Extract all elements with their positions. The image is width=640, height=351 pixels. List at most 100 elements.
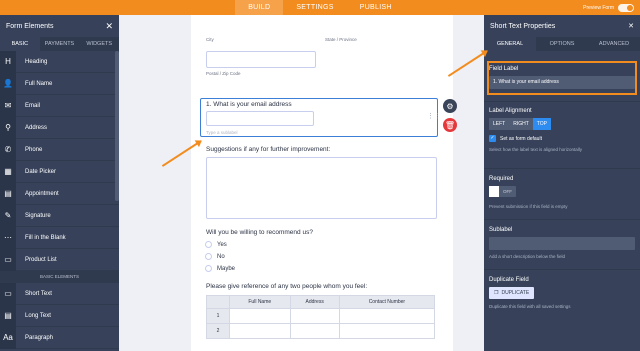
field-label-input[interactable]: 1. What is your email address xyxy=(489,76,635,89)
table-cell[interactable] xyxy=(229,323,291,339)
table-header-row: Full Name Address Contact Number xyxy=(206,295,436,309)
table-cell[interactable] xyxy=(338,308,436,324)
element-signature[interactable]: ✎ Signature xyxy=(0,204,119,227)
duplicate-button[interactable]: ❐ DUPLICATE xyxy=(489,287,535,299)
element-label: Signature xyxy=(25,212,51,219)
element-appointment[interactable]: ▤ Appointment xyxy=(0,182,119,205)
element-phone[interactable]: ✆ Phone xyxy=(0,138,119,161)
duplicate-title: Duplicate Field xyxy=(489,277,529,283)
tab-basic[interactable]: BASIC xyxy=(0,37,40,51)
preview-form-toggle[interactable] xyxy=(618,3,634,12)
heading-icon: H xyxy=(0,50,16,73)
trash-icon[interactable]: 🗑 xyxy=(443,118,457,132)
table-cell[interactable] xyxy=(289,308,340,324)
q3-label: Will you be willing to recommend us? xyxy=(206,229,313,236)
gear-icon[interactable]: ⚙ xyxy=(443,99,457,113)
element-fill-in-the-blank[interactable]: ⋯ Fill in the Blank xyxy=(0,226,119,249)
state-sublabel: State / Province xyxy=(325,37,357,42)
properties-tabs: GENERAL OPTIONS ADVANCED xyxy=(484,37,640,51)
form-elements-title: Form Elements xyxy=(6,22,54,30)
properties-title: Short Text Properties xyxy=(490,22,556,30)
drag-handle-icon[interactable]: ⋮⋮ xyxy=(427,112,441,120)
set-default-label: Set as form default xyxy=(500,135,542,142)
divider xyxy=(484,101,640,102)
short-text-icon: ▭ xyxy=(0,282,16,305)
divider xyxy=(484,168,640,169)
radio-yes[interactable]: Yes xyxy=(205,241,227,248)
form-elements-tabs: BASIC PAYMENTS WIDGETS xyxy=(0,37,119,51)
radio-circle[interactable] xyxy=(205,241,212,248)
divider xyxy=(484,269,640,270)
form-elements-header: Form Elements ✕ xyxy=(0,15,119,37)
table-row: 2 xyxy=(206,323,436,339)
element-email[interactable]: ✉ Email xyxy=(0,94,119,117)
element-short-text[interactable]: ▭ Short Text xyxy=(0,282,119,305)
tab-options[interactable]: OPTIONS xyxy=(536,37,588,51)
tab-payments[interactable]: PAYMENTS xyxy=(40,37,80,51)
duplicate-help: Duplicate this field with all saved sett… xyxy=(489,304,571,309)
fill-blank-icon: ⋯ xyxy=(0,226,16,249)
label-alignment-section: Label Alignment LEFT RIGHT TOP ✓ Set as … xyxy=(489,108,635,152)
align-right-option[interactable]: RIGHT xyxy=(509,118,533,130)
long-text-icon: ▤ xyxy=(0,304,16,327)
q1-label[interactable]: 1. What is your email address xyxy=(206,101,292,108)
email-address-input[interactable] xyxy=(206,111,314,126)
close-icon[interactable]: ✕ xyxy=(105,21,113,32)
element-paragraph[interactable]: Aa Paragraph xyxy=(0,326,119,349)
table-row-number: 1 xyxy=(206,308,230,324)
q1-sublabel[interactable]: Type a sublabel xyxy=(206,130,238,135)
table-row: 1 xyxy=(206,308,436,324)
element-product-list[interactable]: ▭ Product List xyxy=(0,248,119,271)
set-default-checkbox[interactable]: ✓ xyxy=(489,135,496,142)
required-toggle[interactable]: OFF xyxy=(489,186,516,197)
element-label: Paragraph xyxy=(25,334,54,341)
radio-label: No xyxy=(217,253,225,260)
align-top-option[interactable]: TOP xyxy=(532,118,551,130)
postal-code-input[interactable] xyxy=(206,51,316,68)
tab-advanced[interactable]: ADVANCED xyxy=(588,37,640,51)
element-label: Email xyxy=(25,102,41,109)
tab-settings[interactable]: SETTINGS xyxy=(283,0,346,15)
element-long-text[interactable]: ▤ Long Text xyxy=(0,304,119,327)
field-label-section: Field Label 1. What is your email addres… xyxy=(489,66,635,89)
element-address[interactable]: ⚲ Address xyxy=(0,116,119,139)
table-cell[interactable] xyxy=(338,323,436,339)
product-list-icon: ▭ xyxy=(0,248,16,271)
element-date-picker[interactable]: ▦ Date Picker xyxy=(0,160,119,183)
preview-form-control: Preview Form xyxy=(583,0,634,15)
tab-publish[interactable]: PUBLISH xyxy=(347,0,405,15)
element-label: Full Name xyxy=(25,80,53,87)
toggle-knob xyxy=(489,186,499,197)
table-row-number: 2 xyxy=(206,323,230,339)
element-label: Product List xyxy=(25,256,57,263)
tab-widgets[interactable]: WIDGETS xyxy=(79,37,119,51)
align-left-option[interactable]: LEFT xyxy=(489,118,510,130)
postal-code-sublabel: Postal / Zip Code xyxy=(206,71,241,76)
form-page: City State / Province Postal / Zip Code … xyxy=(191,15,453,351)
sublabel-input[interactable] xyxy=(489,237,635,250)
required-state: OFF xyxy=(503,189,512,194)
element-heading[interactable]: H Heading xyxy=(0,50,119,73)
builder-tabs: BUILD SETTINGS PUBLISH xyxy=(0,0,640,15)
radio-no[interactable]: No xyxy=(205,253,225,260)
copy-icon: ❐ xyxy=(494,290,499,296)
table-cell[interactable] xyxy=(229,308,291,324)
element-label: Address xyxy=(25,124,48,131)
suggestions-textarea[interactable] xyxy=(206,157,437,219)
element-label: Fill in the Blank xyxy=(25,234,66,241)
element-label: Date Picker xyxy=(25,168,57,175)
tab-build[interactable]: BUILD xyxy=(235,0,284,15)
table-cell[interactable] xyxy=(289,323,340,339)
close-icon[interactable]: ✕ xyxy=(628,22,634,30)
tab-general[interactable]: GENERAL xyxy=(484,37,536,51)
phone-icon: ✆ xyxy=(0,138,16,161)
reference-table: Full Name Address Contact Number 1 2 xyxy=(206,295,436,339)
radio-circle[interactable] xyxy=(205,253,212,260)
element-full-name[interactable]: 👤 Full Name xyxy=(0,72,119,95)
sublabel-help: Add a short description below the field xyxy=(489,254,566,259)
q2-label: Suggestions if any for further improveme… xyxy=(206,146,331,153)
radio-circle[interactable] xyxy=(205,265,212,272)
radio-maybe[interactable]: Maybe xyxy=(205,265,235,272)
field-label-title: Field Label xyxy=(489,66,519,72)
required-help: Prevent submission if this field is empt… xyxy=(489,204,568,209)
